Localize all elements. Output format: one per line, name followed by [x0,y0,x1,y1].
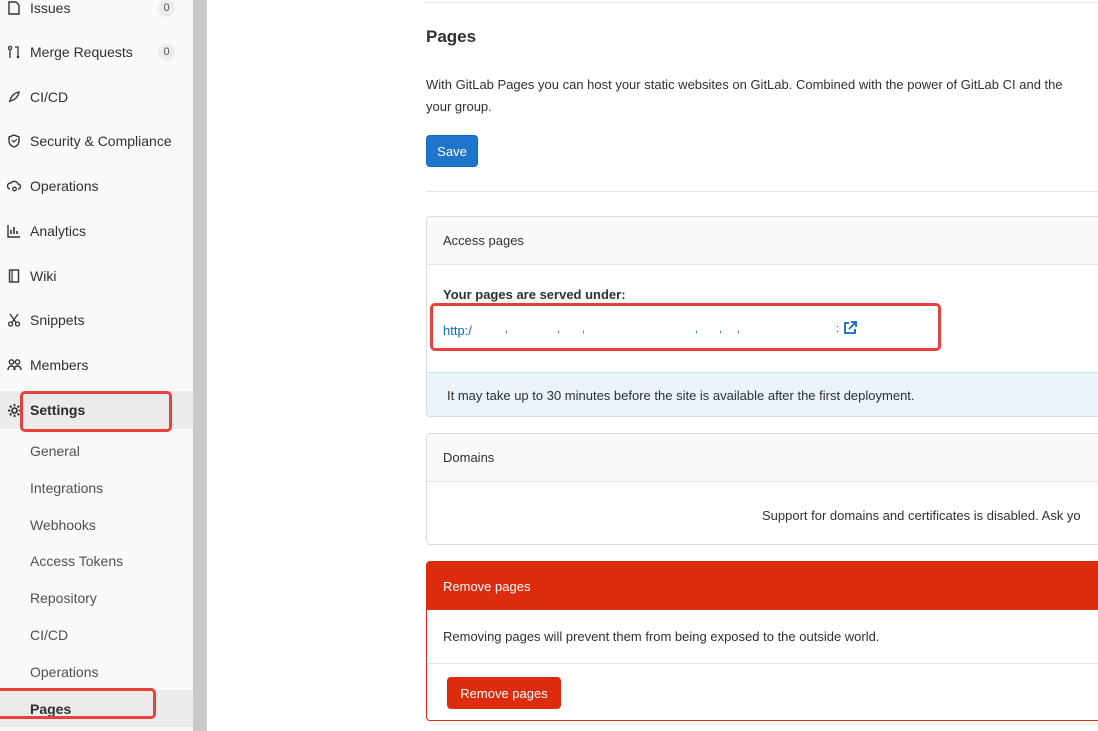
settings-sub-access-tokens[interactable]: Access Tokens [0,542,193,579]
users-icon [6,357,22,373]
url-redacted-dot: : [836,323,842,335]
sidebar-item-label: Issues [30,0,71,16]
rocket-icon [6,89,22,105]
issues-count-badge: 0 [158,0,175,17]
sidebar-scrollbar[interactable] [193,0,207,731]
book-icon [6,268,22,284]
sidebar-item-label: Merge Requests [30,44,133,60]
remove-pages-warning: Removing pages will prevent them from be… [427,610,1098,664]
settings-sub-integrations[interactable]: Integrations [0,469,193,506]
remove-pages-card: Remove pages Removing pages will prevent… [426,561,1098,721]
settings-sub-label: Pages [30,700,72,717]
section-divider [426,191,1098,192]
sidebar-item-settings[interactable]: Settings [0,391,193,429]
description-line-1: With GitLab Pages you can host your stat… [426,77,1063,92]
settings-sub-label: Integrations [30,479,104,496]
left-sidebar: Issues 0 Merge Requests 0 CI/CD Security… [0,0,193,731]
settings-sub-webhooks[interactable]: Webhooks [0,506,193,543]
save-button[interactable]: Save [426,135,478,167]
issues-icon [6,0,22,16]
settings-sub-pages[interactable]: Pages [0,690,193,727]
sidebar-item-label: Analytics [30,223,87,239]
pages-description: With GitLab Pages you can host your stat… [426,74,1098,118]
url-redacted-dot: , [695,323,701,335]
sidebar-item-label: Security & Compliance [30,133,172,149]
sidebar-item-label: Operations [30,178,99,194]
sidebar-item-members[interactable]: Members [0,346,193,384]
top-divider [426,2,1098,3]
settings-sub-label: Repository [30,589,97,606]
settings-sub-label: Access Tokens [30,552,124,569]
served-under-label: Your pages are served under: [443,287,626,302]
sidebar-item-label: Settings [30,402,86,418]
settings-sub-operations[interactable]: Operations [0,653,193,690]
pages-url-link[interactable]: http:/ [443,323,472,338]
url-redacted-dot: , [557,323,563,335]
remove-pages-header: Remove pages [427,562,1098,610]
url-redacted-dot: , [582,323,588,335]
settings-sub-label: Operations [30,663,99,680]
settings-sub-repository[interactable]: Repository [0,579,193,616]
gear-icon [6,402,22,418]
domains-header: Domains [427,434,1098,482]
access-pages-header: Access pages [427,217,1098,265]
merge-request-icon [6,44,22,60]
settings-sub-cicd[interactable]: CI/CD [0,616,193,653]
description-line-2: your group. [426,99,492,114]
cloud-gear-icon [6,178,22,194]
settings-sub-general[interactable]: General [0,432,193,469]
sidebar-item-merge-requests[interactable]: Merge Requests 0 [0,33,193,71]
sidebar-item-issues[interactable]: Issues 0 [0,0,193,27]
sidebar-item-cicd[interactable]: CI/CD [0,78,193,116]
sidebar-item-label: CI/CD [30,89,69,105]
sidebar-item-operations[interactable]: Operations [0,167,193,205]
url-redacted-dot: , [719,323,725,335]
sidebar-item-analytics[interactable]: Analytics [0,212,193,250]
page-title: Pages [426,27,477,46]
sidebar-item-snippets[interactable]: Snippets [0,301,193,339]
url-redacted-dot: , [737,323,743,335]
domains-disabled-text: Support for domains and certificates is … [762,508,1081,523]
sidebar-item-wiki[interactable]: Wiki [0,257,193,295]
chart-icon [6,223,22,239]
external-link-icon[interactable] [843,321,857,338]
remove-pages-button[interactable]: Remove pages [447,677,561,709]
settings-sub-label: General [30,442,80,459]
url-redacted-dot: , [505,323,511,335]
sidebar-item-label: Wiki [30,268,57,284]
shield-icon [6,133,22,149]
domains-card: Domains Support for domains and certific… [426,433,1098,545]
deployment-info-alert: It may take up to 30 minutes before the … [427,372,1098,416]
sidebar-item-label: Members [30,357,89,373]
sidebar-item-label: Snippets [30,312,85,328]
settings-sub-label: CI/CD [30,626,69,643]
merge-requests-count-badge: 0 [158,43,175,61]
scissors-icon [6,312,22,328]
sidebar-item-security[interactable]: Security & Compliance [0,122,193,160]
settings-sub-label: Webhooks [30,516,96,533]
access-pages-card: Access pages Your pages are served under… [426,216,1098,417]
